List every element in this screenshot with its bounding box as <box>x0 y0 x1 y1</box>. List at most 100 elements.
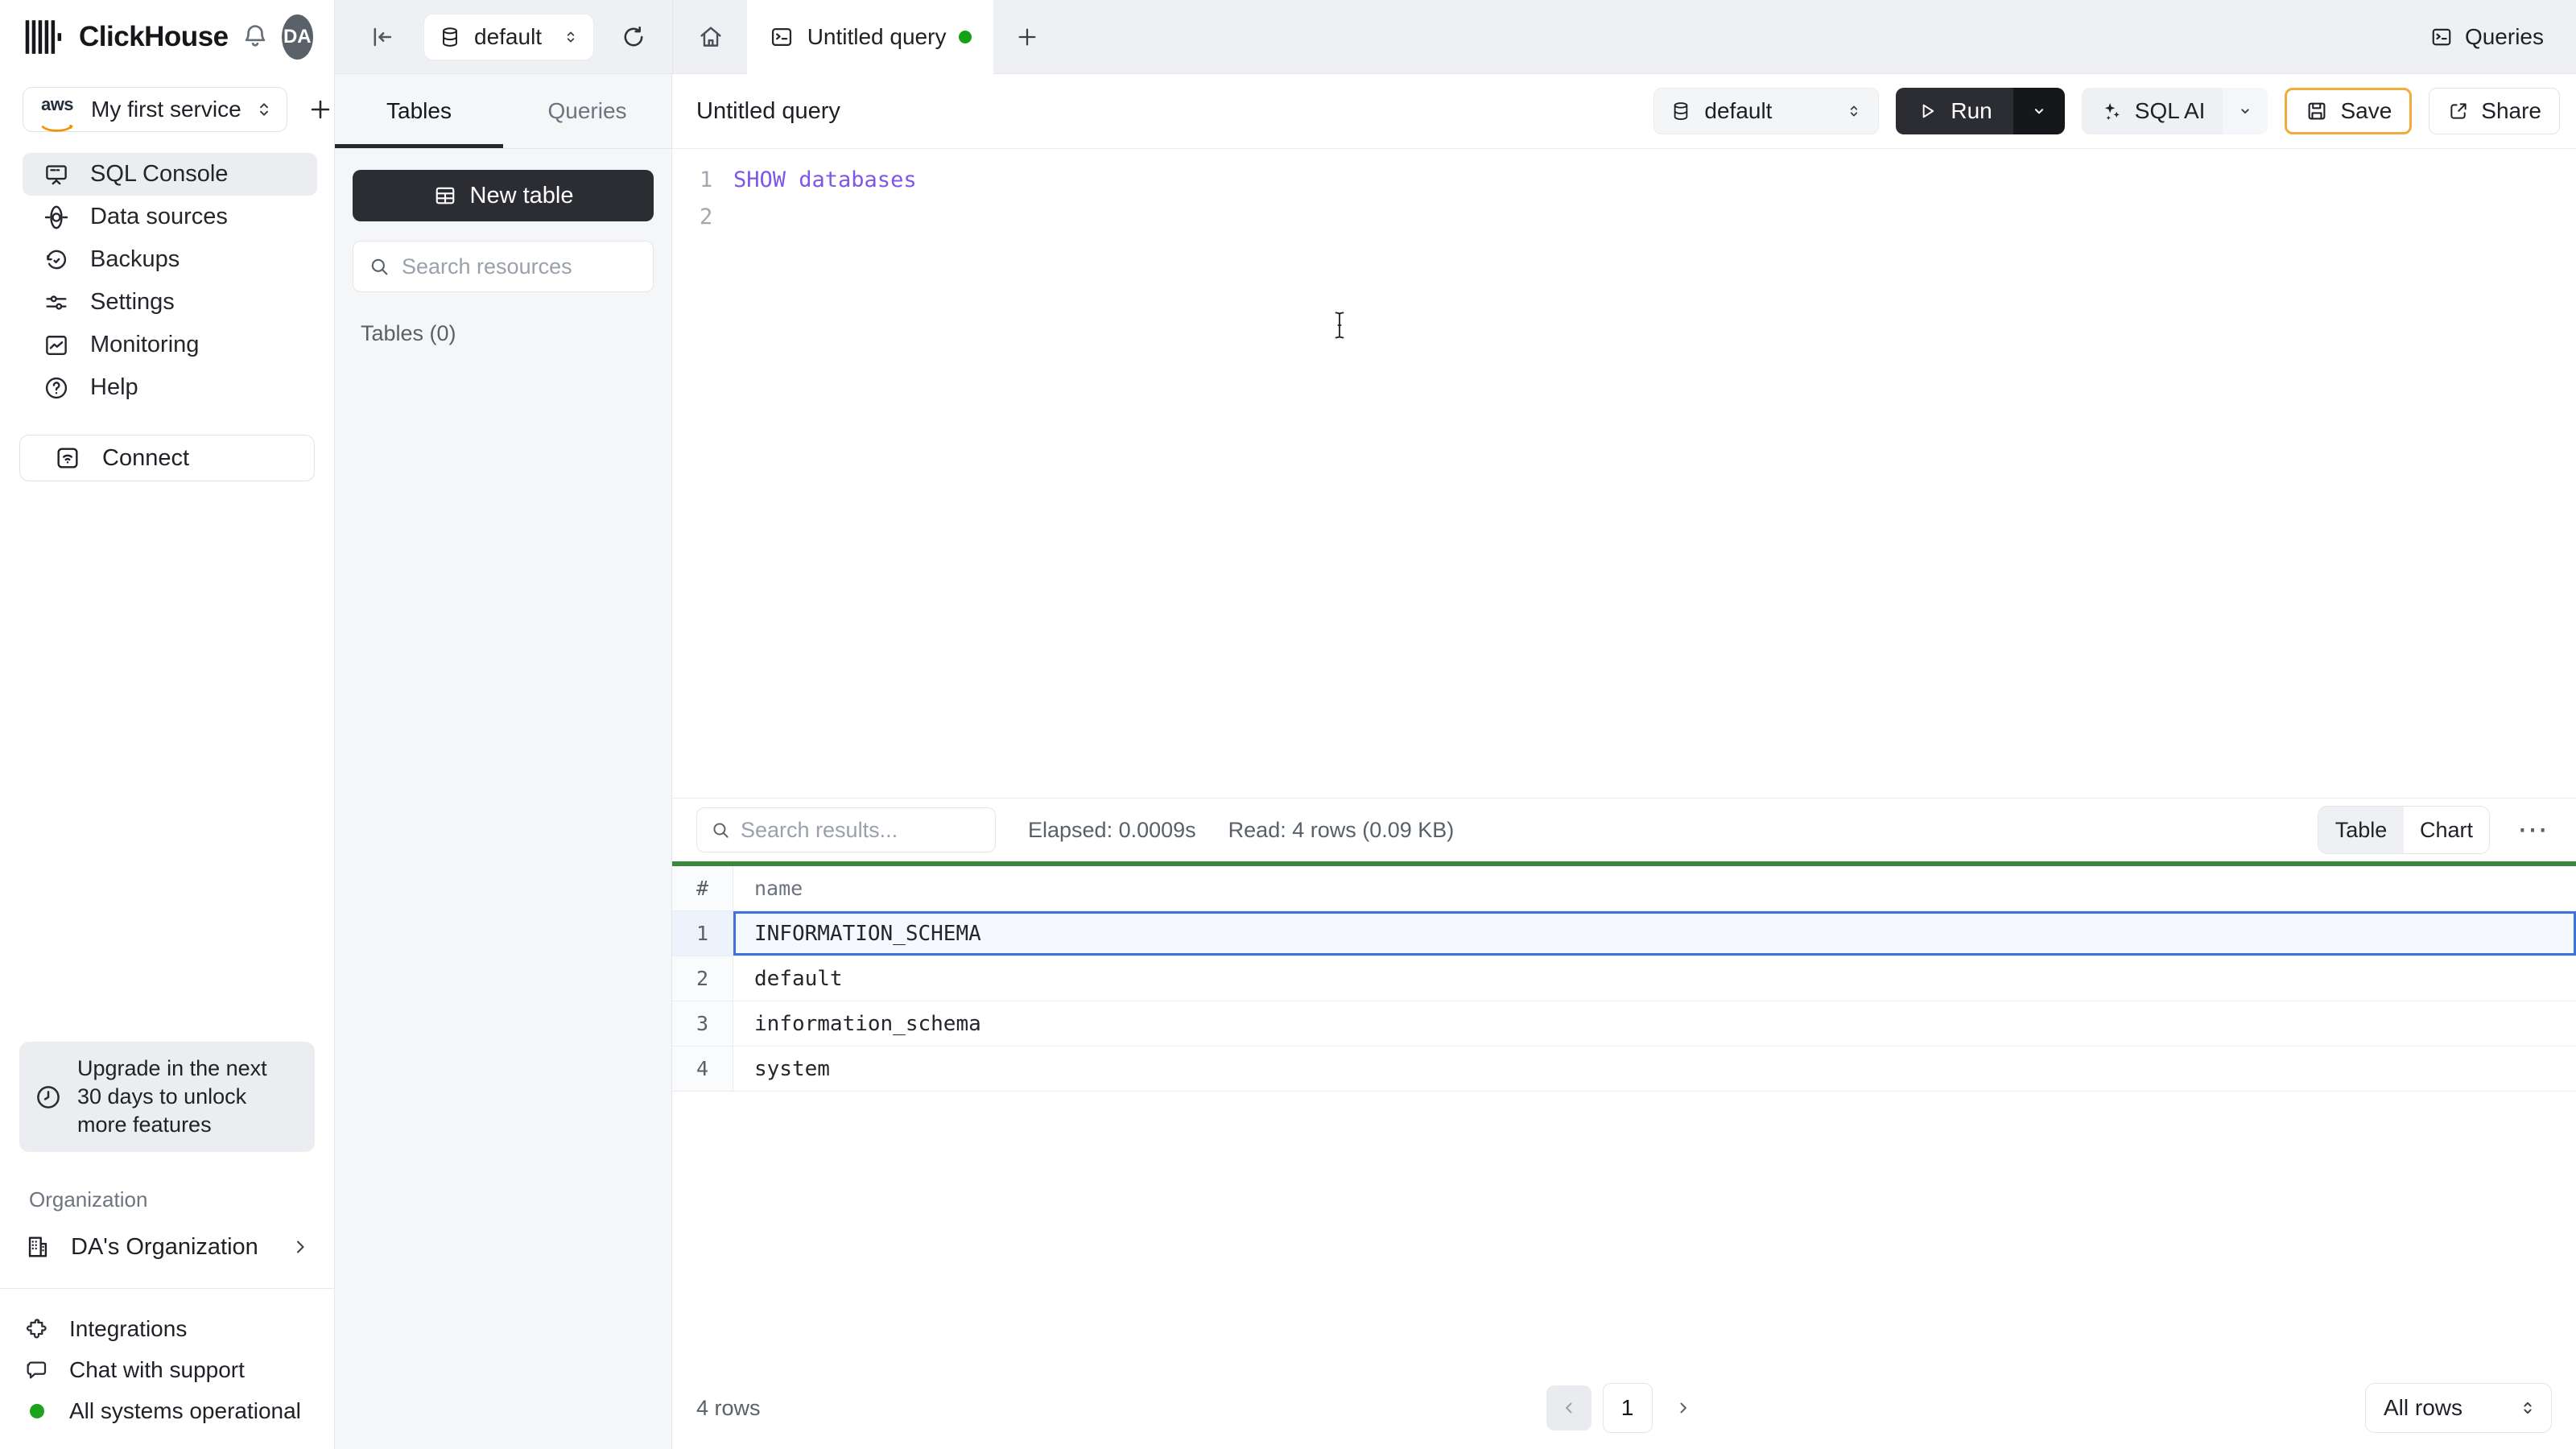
service-selector-row: aws My first service <box>23 87 329 132</box>
results-table: # name 1 INFORMATION_SCHEMA 2 default 3 … <box>672 866 2576 1092</box>
sidebar-item-help[interactable]: Help <box>23 366 317 409</box>
tabstrip-database-selector[interactable]: default <box>423 13 595 60</box>
sql-editor[interactable]: 1 SHOW databases 2 <box>672 149 2576 798</box>
next-page-button[interactable] <box>1664 1385 1703 1430</box>
table-row[interactable]: 2 default <box>672 956 2576 1001</box>
backups-icon <box>47 250 67 269</box>
notifications-button[interactable] <box>240 22 270 52</box>
resources-tabs: Tables Queries <box>335 74 671 149</box>
query-toolbar: Untitled query default Run SQL AI Save S… <box>672 74 2576 149</box>
clickhouse-logo-icon <box>25 20 62 54</box>
sidebar-item-label: Monitoring <box>90 332 200 357</box>
view-toggle-table[interactable]: Table <box>2318 807 2404 853</box>
chevron-updown-icon <box>567 31 575 42</box>
column-header-name[interactable]: name <box>733 866 2576 910</box>
add-service-button[interactable] <box>302 91 339 128</box>
building-icon <box>28 1236 47 1257</box>
save-label: Save <box>2340 98 2392 123</box>
share-icon <box>2450 103 2467 119</box>
tabstrip-divider <box>672 0 673 73</box>
save-icon <box>2309 102 2326 120</box>
page-number-button[interactable]: 1 <box>1602 1383 1653 1433</box>
tab-untitled-query[interactable]: Untitled query <box>747 0 994 75</box>
tab-queries[interactable]: Queries <box>503 74 671 148</box>
chevron-left-icon <box>1565 1402 1571 1414</box>
sidebar-item-monitoring[interactable]: Monitoring <box>23 324 317 366</box>
save-button[interactable]: Save <box>2285 88 2413 134</box>
previous-page-button[interactable] <box>1546 1385 1591 1430</box>
organization-name: DA's Organization <box>71 1233 258 1260</box>
view-toggle-chart[interactable]: Chart <box>2404 807 2489 853</box>
row-number: 4 <box>672 1046 733 1091</box>
bell-icon <box>245 25 265 47</box>
refresh-button[interactable] <box>620 23 647 51</box>
content-region: Tables Queries New table Tables (0) <box>335 74 2576 1449</box>
sql-ai-label: SQL AI <box>2134 98 2206 123</box>
run-options-button[interactable] <box>2013 88 2065 134</box>
sidebar-nav: SQL Console Data sources Backups Setting… <box>23 153 317 409</box>
home-button[interactable] <box>697 23 724 51</box>
sidebar-item-data-sources[interactable]: Data sources <box>23 196 317 238</box>
sidebar-item-settings[interactable]: Settings <box>23 281 317 324</box>
new-tab-button[interactable] <box>1014 24 1040 50</box>
terminal-icon <box>2432 28 2451 45</box>
table-row[interactable]: 1 INFORMATION_SCHEMA <box>672 911 2576 956</box>
sql-code: SHOW databases <box>733 167 917 192</box>
avatar[interactable]: DA <box>281 14 313 60</box>
tab-strip: default Untitled query Queries <box>335 0 2576 75</box>
chevron-updown-icon <box>1851 105 1858 117</box>
more-options-button[interactable]: ⋯ <box>2517 815 2549 845</box>
brand-row: ClickHouse DA <box>0 0 334 74</box>
view-toggle: Table Chart <box>2318 806 2490 854</box>
status-label: All systems operational <box>69 1397 301 1423</box>
sidebar-item-chat-support[interactable]: Chat with support <box>24 1349 310 1390</box>
rows-per-page-selector[interactable]: All rows <box>2365 1383 2552 1433</box>
sql-ai-button[interactable]: SQL AI <box>2081 88 2223 134</box>
sidebar-item-integrations[interactable]: Integrations <box>24 1308 310 1349</box>
row-number: 1 <box>672 911 733 956</box>
clickhouse-cloud-app: ClickHouse DA aws My first service SQL C… <box>0 0 2576 1449</box>
sql-ai-button-group: SQL AI <box>2081 88 2268 134</box>
collapse-sidebar-button[interactable] <box>369 23 396 51</box>
column-header-num: # <box>672 866 733 910</box>
sql-ai-options-button[interactable] <box>2223 88 2268 134</box>
results-search-input[interactable] <box>741 817 982 843</box>
cell-name[interactable]: information_schema <box>733 1001 2576 1046</box>
upgrade-notice-text: Upgrade in the next 30 days to unlock mo… <box>77 1056 267 1137</box>
table-row[interactable]: 4 system <box>672 1046 2576 1092</box>
sidebar-item-backups[interactable]: Backups <box>23 238 317 281</box>
table-icon <box>436 187 454 204</box>
cell-name[interactable]: default <box>733 956 2576 1001</box>
read-stat: Read: 4 rows (0.09 KB) <box>1228 817 1455 842</box>
cell-name[interactable]: INFORMATION_SCHEMA <box>733 911 2576 956</box>
query-database-selector[interactable]: default <box>1653 88 1880 134</box>
results-search <box>696 807 996 852</box>
tab-tables[interactable]: Tables <box>335 74 503 148</box>
run-button[interactable]: Run <box>1896 88 2013 134</box>
service-selector[interactable]: aws My first service <box>23 87 287 132</box>
resources-panel: Tables Queries New table Tables (0) <box>335 74 672 1449</box>
row-number: 3 <box>672 1001 733 1046</box>
new-table-button[interactable]: New table <box>353 170 654 221</box>
cell-name[interactable]: system <box>733 1046 2576 1091</box>
unsaved-indicator-dot <box>959 30 972 43</box>
resources-body: New table Tables (0) <box>335 149 671 367</box>
run-label: Run <box>1951 98 1992 123</box>
settings-icon <box>46 295 67 310</box>
help-icon <box>45 377 68 398</box>
table-row[interactable]: 3 information_schema <box>672 1001 2576 1046</box>
sidebar-item-sql-console[interactable]: SQL Console <box>23 153 317 196</box>
elapsed-stat: Elapsed: 0.0009s <box>1028 817 1196 842</box>
upgrade-notice[interactable]: Upgrade in the next 30 days to unlock mo… <box>19 1042 315 1152</box>
table-header-row: # name <box>672 866 2576 911</box>
organization-selector[interactable]: DA's Organization <box>24 1227 310 1267</box>
system-status[interactable]: All systems operational <box>24 1390 310 1431</box>
resources-search-input[interactable] <box>402 254 638 279</box>
share-button[interactable]: Share <box>2429 88 2560 134</box>
chevron-updown-icon <box>2524 1402 2532 1414</box>
right-region: default Untitled query Queries Tables Qu… <box>335 0 2576 1449</box>
tables-section-label: Tables (0) <box>361 321 456 345</box>
connect-label: Connect <box>102 444 190 471</box>
connect-button[interactable]: Connect <box>19 435 315 481</box>
queries-button[interactable]: Queries <box>2429 24 2544 50</box>
